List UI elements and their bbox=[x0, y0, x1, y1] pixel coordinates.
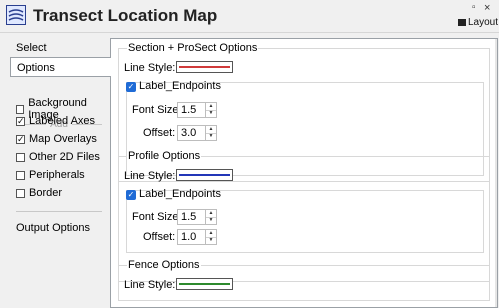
nav-item-label: Map Overlays bbox=[29, 133, 97, 145]
label-endpoints-label: Label_Endpoints bbox=[139, 188, 221, 200]
group-title: Profile Options bbox=[127, 150, 202, 162]
nav-item-options[interactable]: Options bbox=[10, 57, 111, 77]
checkbox-peripherals[interactable] bbox=[16, 170, 25, 180]
chevron-down-icon[interactable]: ▼ bbox=[205, 110, 216, 117]
close-icon[interactable]: × bbox=[484, 2, 490, 14]
nav-item-labeled-axes[interactable]: ✓ Labeled Axes bbox=[16, 115, 95, 127]
nav-item-select[interactable]: Select bbox=[10, 38, 110, 58]
font-size-label: Font Size: bbox=[132, 211, 182, 223]
group-title: Fence Options bbox=[127, 259, 201, 271]
profile-line-style-swatch[interactable] bbox=[176, 169, 233, 181]
line-style-label: Line Style: bbox=[124, 279, 176, 291]
nav-divider bbox=[16, 211, 102, 212]
label-endpoints-checkbox[interactable]: ✓ bbox=[126, 190, 136, 200]
section-font-size-stepper[interactable]: 1.5 ▲ ▼ bbox=[177, 102, 217, 118]
profile-offset-stepper[interactable]: 1.0 ▲ ▼ bbox=[177, 229, 217, 245]
nav-item-label: Border bbox=[29, 187, 63, 199]
title-bar: Transect Location Map ▫ × Layout bbox=[0, 0, 499, 33]
options-content-panel: Section + ProSect Options Line Style: ✓ … bbox=[110, 38, 498, 308]
chevron-down-icon[interactable]: ▼ bbox=[205, 237, 216, 244]
layout-icon bbox=[458, 19, 466, 26]
nav-item-other-2d-files[interactable]: Other 2D Files bbox=[16, 151, 100, 163]
section-offset-stepper[interactable]: 3.0 ▲ ▼ bbox=[177, 125, 217, 141]
checkbox-labeled-axes[interactable]: ✓ bbox=[16, 116, 25, 126]
layout-label: Layout bbox=[468, 17, 499, 28]
offset-label: Offset: bbox=[143, 127, 176, 139]
chevron-down-icon[interactable]: ▼ bbox=[205, 133, 216, 140]
nav-item-peripherals[interactable]: Peripherals bbox=[16, 169, 85, 181]
chevron-down-icon[interactable]: ▼ bbox=[205, 217, 216, 224]
group-title: Section + ProSect Options bbox=[127, 42, 259, 54]
left-nav-panel: Select Options Add Background Image ✓ La… bbox=[10, 38, 111, 308]
layout-button[interactable]: Layout bbox=[458, 17, 498, 28]
checkbox-other-2d-files[interactable] bbox=[16, 152, 25, 162]
nav-item-label: Peripherals bbox=[29, 169, 85, 181]
restore-icon[interactable]: ▫ bbox=[472, 2, 476, 13]
fence-line-style-swatch[interactable] bbox=[176, 278, 233, 290]
scrollbar[interactable] bbox=[495, 39, 497, 307]
line-style-label: Line Style: bbox=[124, 62, 176, 74]
nav-item-output-options[interactable]: Output Options bbox=[10, 218, 110, 238]
font-size-value: 1.5 bbox=[181, 104, 197, 116]
transect-map-icon bbox=[6, 5, 26, 25]
label-endpoints-checkbox[interactable]: ✓ bbox=[126, 82, 136, 92]
line-style-label: Line Style: bbox=[124, 170, 176, 182]
fence-options-group: Fence Options Line Style: bbox=[118, 259, 490, 301]
checkbox-map-overlays[interactable]: ✓ bbox=[16, 134, 25, 144]
section-line-style-swatch[interactable] bbox=[176, 61, 233, 73]
font-size-value: 1.5 bbox=[181, 211, 197, 223]
profile-font-size-stepper[interactable]: 1.5 ▲ ▼ bbox=[177, 209, 217, 225]
checkbox-border[interactable] bbox=[16, 188, 25, 198]
nav-item-label: Other 2D Files bbox=[29, 151, 100, 163]
nav-item-border[interactable]: Border bbox=[16, 187, 62, 199]
nav-item-label: Labeled Axes bbox=[29, 115, 96, 127]
checkbox-background-image[interactable] bbox=[16, 104, 25, 114]
offset-value: 1.0 bbox=[181, 231, 197, 243]
label-endpoints-label: Label_Endpoints bbox=[139, 80, 221, 92]
nav-item-map-overlays[interactable]: ✓ Map Overlays bbox=[16, 133, 97, 145]
font-size-label: Font Size: bbox=[132, 104, 182, 116]
profile-label-endpoints-group: ✓ Label_Endpoints Font Size: 1.5 ▲ ▼ Off… bbox=[126, 188, 484, 253]
offset-label: Offset: bbox=[143, 231, 176, 243]
window-title: Transect Location Map bbox=[33, 6, 218, 25]
offset-value: 3.0 bbox=[181, 127, 197, 139]
